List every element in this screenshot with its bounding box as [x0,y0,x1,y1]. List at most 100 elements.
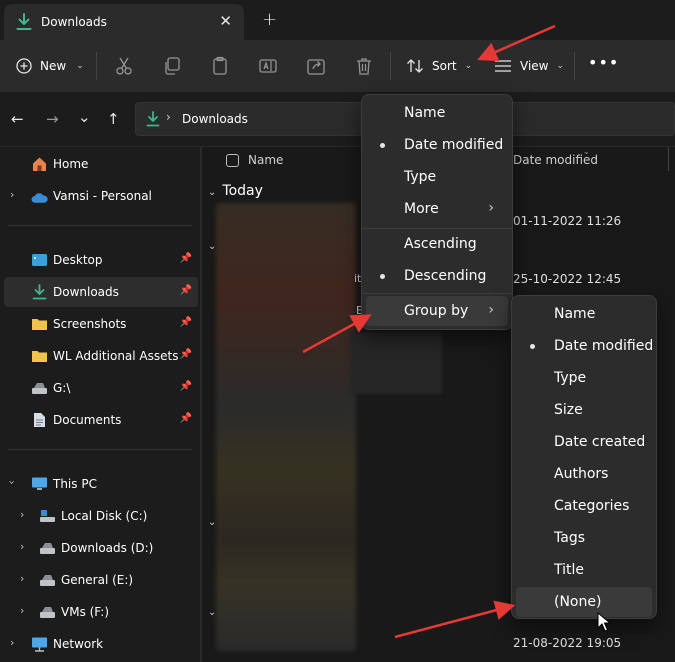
sidebar-item-label: WL Additional Assets [53,349,179,363]
chevron-right-icon[interactable]: › [20,604,24,617]
tab-title: Downloads [41,15,107,29]
group-by-size[interactable]: Size [516,395,652,425]
tab-downloads[interactable]: Downloads ✕ [4,4,244,40]
sidebar-item-label: This PC [53,477,97,491]
chevron-right-icon[interactable]: › [10,188,14,201]
sidebar-item-label: Documents [53,413,122,427]
close-tab-icon[interactable]: ✕ [219,12,232,30]
cut-icon[interactable] [114,56,134,76]
group-by-date-created[interactable]: Date created [516,427,652,457]
new-tab-button[interactable]: + [262,9,277,30]
sidebar-item-vms-f[interactable]: › VMs (F:) [0,597,198,627]
computer-icon [32,477,47,490]
group-by-title[interactable]: Title [516,555,652,585]
menu-item-label: Tags [554,530,585,546]
pin-icon[interactable]: 📌 [180,349,192,360]
menu-item-label: Date modified [404,137,504,153]
paste-icon[interactable] [210,56,230,76]
toolbar-divider [574,52,575,80]
title-bar: Downloads ✕ + [0,0,675,40]
select-all-checkbox[interactable] [226,154,239,167]
group-by-authors[interactable]: Authors [516,459,652,489]
pin-icon[interactable]: 📌 [180,285,192,296]
sidebar-item-desktop[interactable]: Desktop 📌 [0,245,198,275]
sidebar-divider [8,449,192,450]
documents-icon [34,413,45,427]
sidebar-item-home[interactable]: Home [0,149,198,179]
pin-icon[interactable]: 📌 [180,413,192,424]
sort-by-date-modified[interactable]: Date modified [366,130,508,160]
menu-item-label: Categories [554,498,630,514]
sidebar-item-general-e[interactable]: › General (E:) [0,565,198,595]
delete-icon[interactable] [354,56,374,76]
recent-locations-icon[interactable]: ⌄ [78,108,91,126]
drive-icon [40,575,55,586]
sidebar-item-label: G:\ [53,381,71,395]
chevron-down-icon: ⌄ [208,187,217,198]
sidebar-item-label: Screenshots [53,317,127,331]
group-by-name[interactable]: Name [516,299,652,329]
chevron-right-icon[interactable]: › [10,636,14,649]
sidebar-item-downloads[interactable]: Downloads 📌 [4,277,198,307]
menu-item-label: Name [404,105,446,121]
menu-item-label: Size [554,402,583,418]
sidebar-item-network[interactable]: › Network [0,629,198,659]
sidebar-item-local-disk[interactable]: › Local Disk (C:) [0,501,198,531]
sidebar-item-this-pc[interactable]: › This PC [0,469,198,499]
blurred-file-names [216,203,356,651]
up-arrow-icon[interactable]: ↑ [107,110,120,128]
chevron-right-icon[interactable]: › [20,572,24,585]
sort-icon [407,59,423,73]
chevron-right-icon[interactable]: › [20,540,24,553]
more-options-icon[interactable]: ••• [588,53,619,72]
pin-icon[interactable]: 📌 [180,317,192,328]
chevron-down-icon: ⌄ [464,61,473,71]
chevron-right-icon[interactable]: › [20,508,24,521]
forward-arrow-icon[interactable]: → [46,110,59,128]
copy-icon[interactable] [162,56,182,76]
sidebar-item-label: Desktop [53,253,103,267]
address-row: ← → ⌄ ↑ › Downloads [0,92,675,147]
download-icon [16,13,32,30]
group-by-tags[interactable]: Tags [516,523,652,553]
view-label: View [520,59,549,73]
view-button[interactable]: View ⌄ [494,54,564,78]
sidebar-item-screenshots[interactable]: Screenshots 📌 [0,309,198,339]
sidebar-item-g-drive[interactable]: G:\ 📌 [0,373,198,403]
sort-ascending[interactable]: Ascending [366,229,508,259]
chevron-right-icon: › [488,302,494,318]
sidebar-item-documents[interactable]: Documents 📌 [0,405,198,435]
group-by-categories[interactable]: Categories [516,491,652,521]
new-button[interactable]: New ⌄ [16,54,84,78]
file-date: 01-11-2022 11:26 [513,214,622,228]
group-by-item[interactable]: Group by › [366,296,508,326]
sidebar-item-wl-assets[interactable]: WL Additional Assets 📌 [0,341,198,371]
sort-button[interactable]: Sort ⌄ [406,54,472,78]
share-icon[interactable] [306,56,326,76]
sidebar-item-label: Downloads (D:) [61,541,154,555]
group-by-type[interactable]: Type [516,363,652,393]
navigation-pane: Home › Vamsi - Personal Desktop 📌 Downlo… [0,147,200,662]
group-by-date-modified[interactable]: Date modified [516,331,653,361]
chevron-down-icon: ⌄ [76,61,84,71]
breadcrumb-downloads[interactable]: Downloads [182,112,248,126]
sort-by-name[interactable]: Name [366,98,508,128]
column-divider[interactable] [668,147,669,171]
group-header-today[interactable]: ⌄ Today [208,183,263,199]
rename-icon[interactable] [258,56,278,76]
sort-more[interactable]: More › [366,194,508,224]
sidebar-item-downloads-d[interactable]: › Downloads (D:) [0,533,198,563]
home-icon [33,157,46,171]
chevron-right-icon: › [488,200,494,216]
sidebar-item-onedrive[interactable]: › Vamsi - Personal [0,181,198,211]
back-arrow-icon[interactable]: ← [11,110,24,128]
chevron-down-icon[interactable]: › [6,480,19,484]
group-by-none[interactable]: (None) [516,587,652,617]
column-header-name[interactable]: Name [248,153,283,167]
sidebar-item-label: Vamsi - Personal [53,189,152,203]
pin-icon[interactable]: 📌 [180,381,192,392]
sort-descending[interactable]: Descending [366,261,508,291]
drive-icon [40,607,55,618]
pin-icon[interactable]: 📌 [180,253,192,264]
sort-by-type[interactable]: Type [366,162,508,192]
